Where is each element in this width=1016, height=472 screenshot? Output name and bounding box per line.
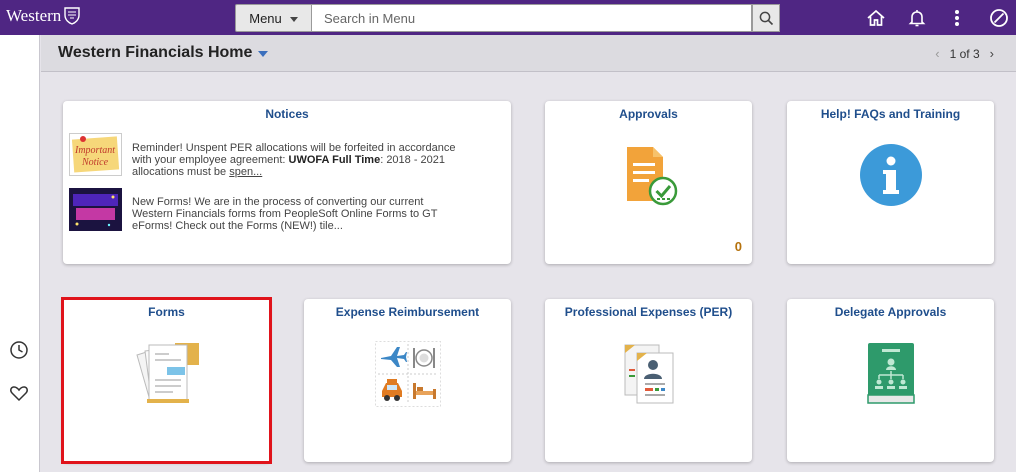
search-icon (759, 11, 773, 25)
caret-down-icon (289, 16, 298, 22)
svg-text:Important: Important (74, 145, 115, 156)
notice-item[interactable]: Important Notice Reminder! Unspent PER a… (69, 133, 462, 178)
notice-text: Reminder! Unspent PER allocations will b… (132, 133, 462, 178)
notifications-button[interactable] (905, 6, 929, 30)
homepage-pager: ‹ 1 of 3 › (935, 46, 994, 61)
search-button[interactable] (752, 4, 780, 32)
delegate-book-icon (866, 343, 915, 404)
tile-title: Forms (148, 305, 185, 319)
page-title-bar: Western Financials Home ‹ 1 of 3 › (41, 35, 1016, 72)
forms-documents-icon (135, 343, 199, 403)
favorites-heart-icon (10, 386, 28, 402)
bell-icon (908, 10, 926, 27)
help-faqs-tile[interactable]: Help! FAQs and Training (787, 101, 994, 264)
brand-name: Western (6, 6, 62, 25)
favorites-button[interactable] (8, 382, 30, 404)
pager-label: 1 of 3 (949, 46, 980, 61)
tile-title: Notices (265, 107, 309, 121)
notice-text-bold: UWOFA Full Time (288, 154, 381, 166)
tile-title: Professional Expenses (PER) (564, 305, 733, 319)
tile-title: Approvals (619, 107, 678, 121)
tile-title: Help! FAQs and Training (820, 107, 961, 121)
tile-title: Expense Reimbursement (335, 305, 480, 319)
menu-dropdown-button[interactable]: Menu (235, 4, 312, 32)
expense-reimbursement-tile[interactable]: Expense Reimbursement (304, 299, 511, 462)
professional-expense-cards-icon (624, 344, 673, 404)
approvals-count: 0 (734, 239, 742, 254)
brand-logo[interactable]: Western (6, 6, 80, 26)
travel-expense-icon (374, 341, 441, 407)
notice-item[interactable]: New Forms! We are in the process of conv… (69, 188, 462, 232)
next-page-icon[interactable]: › (990, 46, 994, 61)
search-input[interactable] (312, 4, 752, 32)
left-rail (0, 35, 40, 472)
page-title: Western Financials Home (58, 44, 253, 61)
notice-text: New Forms! We are in the process of conv… (132, 196, 438, 232)
forms-tile[interactable]: Forms (63, 299, 270, 462)
recent-history-icon (10, 341, 28, 359)
delegate-approvals-tile[interactable]: Delegate Approvals (787, 299, 994, 462)
approvals-document-icon (626, 147, 677, 206)
nav-bar-icon (990, 9, 1008, 27)
shield-crest-icon (64, 7, 80, 25)
approvals-tile[interactable]: Approvals 0 (545, 101, 752, 264)
top-banner: Western Menu (0, 0, 1016, 35)
svg-text:Notice: Notice (81, 157, 109, 168)
coming-soon-image (69, 188, 122, 231)
important-notice-image: Important Notice (69, 133, 122, 176)
tile-title: Delegate Approvals (834, 305, 947, 319)
homepage-selector[interactable]: Western Financials Home (58, 44, 269, 62)
recently-visited-button[interactable] (8, 339, 30, 361)
menu-label: Menu (249, 10, 282, 26)
previous-page-icon[interactable]: ‹ (935, 46, 939, 61)
home-icon (867, 9, 885, 26)
notices-tile[interactable]: Notices Important Notice Reminder! Unspe… (63, 101, 511, 264)
notice-read-more-link[interactable]: spen... (229, 166, 262, 178)
home-button[interactable] (864, 6, 888, 30)
actions-menu-button[interactable] (945, 6, 969, 30)
caret-down-icon (258, 51, 269, 57)
more-vertical-icon (955, 10, 959, 26)
professional-expenses-tile[interactable]: Professional Expenses (PER) (545, 299, 752, 462)
navbar-button[interactable] (987, 6, 1011, 30)
info-circle-icon (859, 144, 922, 206)
